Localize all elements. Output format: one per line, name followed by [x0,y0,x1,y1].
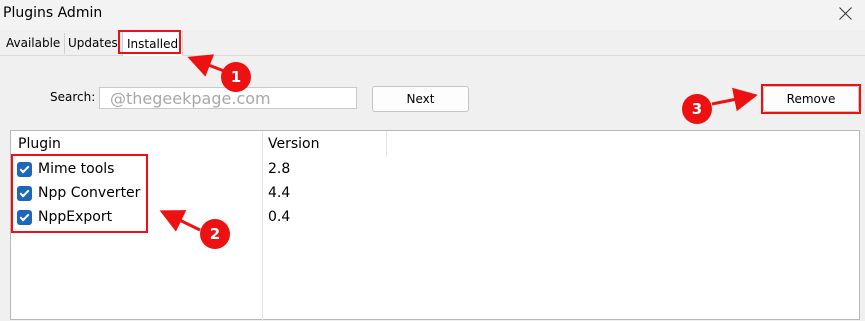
arrow-to-remove [711,87,758,112]
arrow-to-installed-tab [187,54,225,77]
callout-2: 2 [200,219,230,249]
callout-1: 1 [221,62,251,92]
annotation-arrows [159,54,758,232]
callout-3: 3 [682,94,712,124]
arrow-to-plugins [159,210,201,232]
